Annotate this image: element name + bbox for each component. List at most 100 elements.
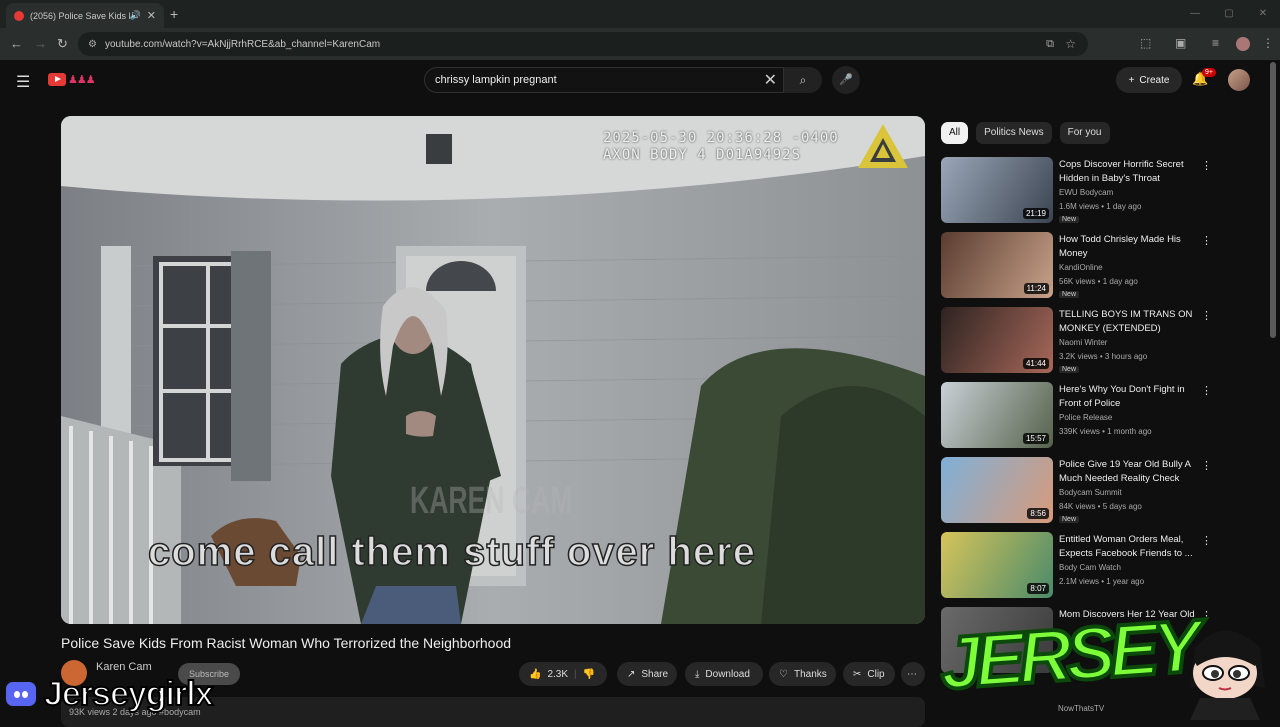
search-input[interactable]: chrissy lampkin pregnant ✕ bbox=[424, 67, 784, 93]
page-scrollbar[interactable] bbox=[1270, 62, 1276, 338]
extensions-icon[interactable]: ⬚ bbox=[1140, 36, 1151, 50]
download-label: Download bbox=[705, 668, 750, 680]
recommendation-thumbnail[interactable]: 8:56 bbox=[941, 457, 1053, 523]
recommendation-item[interactable]: 8:56 Police Give 19 Year Old Bully A Much… bbox=[941, 457, 1212, 532]
tab-audio-icon[interactable]: 🔊 bbox=[130, 10, 141, 21]
forward-button[interactable]: → bbox=[34, 36, 47, 51]
window-controls: — ▢ ✕ bbox=[1178, 0, 1280, 28]
jersey-logo-text: JERSEY bbox=[935, 602, 1200, 707]
recommendation-title[interactable]: How Todd Chrisley Made His Money bbox=[1059, 233, 1201, 261]
dislike-icon[interactable]: 👎 bbox=[583, 669, 595, 680]
download-button[interactable]: ⤓ Download bbox=[685, 662, 763, 686]
more-vertical-icon[interactable]: ⋮ bbox=[1201, 459, 1212, 472]
recommendation-item[interactable]: 8:07 Entitled Woman Orders Meal, Expects … bbox=[941, 532, 1212, 607]
recommendation-title[interactable]: Here's Why You Don't Fight in Front of P… bbox=[1059, 383, 1201, 411]
recommendation-item[interactable]: 21:19 Cops Discover Horrific Secret Hidde… bbox=[941, 157, 1212, 232]
media-controls-icon[interactable]: ≡ bbox=[1212, 36, 1219, 50]
recommendation-item[interactable]: 11:24 How Todd Chrisley Made His Money Kan… bbox=[941, 232, 1212, 307]
share-button[interactable]: ↗ Share bbox=[617, 662, 677, 686]
recommendation-thumbnail[interactable]: 41:44 bbox=[941, 307, 1053, 373]
more-vertical-icon[interactable]: ⋮ bbox=[1201, 234, 1212, 247]
recommendation-channel[interactable]: Police Release bbox=[1059, 413, 1112, 422]
youtube-play-icon bbox=[48, 73, 66, 86]
recommendation-meta: 1.6M views • 1 day ago bbox=[1059, 202, 1142, 211]
search-button[interactable]: ⌕ bbox=[784, 67, 822, 93]
filter-chips: All Politics News For you bbox=[941, 122, 1110, 144]
tab-close-icon[interactable]: ✕ bbox=[147, 9, 156, 22]
new-badge: New bbox=[1059, 216, 1080, 223]
reload-button[interactable]: ↻ bbox=[57, 36, 68, 52]
clip-label: Clip bbox=[867, 668, 885, 680]
recommendation-thumbnail[interactable]: 15:57 bbox=[941, 382, 1053, 448]
more-vertical-icon[interactable]: ⋮ bbox=[1201, 384, 1212, 397]
more-horizontal-icon: ⋯ bbox=[907, 668, 917, 680]
minimize-button[interactable]: — bbox=[1178, 0, 1212, 28]
voice-search-button[interactable]: 🎤 bbox=[832, 66, 860, 94]
recommendation-channel[interactable]: Body Cam Watch bbox=[1059, 563, 1121, 572]
download-icon: ⤓ bbox=[695, 668, 700, 680]
bookmark-star-icon[interactable]: ☆ bbox=[1065, 37, 1076, 51]
scissors-icon: ✂ bbox=[853, 668, 862, 680]
video-duration: 21:19 bbox=[1022, 208, 1049, 219]
back-button[interactable]: ← bbox=[10, 36, 23, 51]
share-label: Share bbox=[641, 668, 669, 680]
profile-avatar[interactable] bbox=[1236, 37, 1250, 51]
mic-icon: 🎤 bbox=[839, 74, 853, 86]
bodycam-timestamp: 2025-05-30 20:36:28 -0400 bbox=[603, 130, 839, 146]
site-info-icon[interactable]: ⚙ bbox=[88, 39, 97, 50]
recommendation-thumbnail[interactable]: 11:24 bbox=[941, 232, 1053, 298]
close-window-button[interactable]: ✕ bbox=[1246, 0, 1280, 28]
like-count[interactable]: 2.3K bbox=[547, 669, 568, 680]
recommendation-item[interactable]: 41:44 TELLING BOYS IM TRANS ON MONKEY (EX… bbox=[941, 307, 1212, 382]
recommendation-title[interactable]: Police Give 19 Year Old Bully A Much Nee… bbox=[1059, 458, 1201, 486]
recommendation-item[interactable]: 15:57 Here's Why You Don't Fight in Front… bbox=[941, 382, 1212, 457]
side-panel-icon[interactable]: ▣ bbox=[1175, 36, 1186, 50]
account-avatar[interactable] bbox=[1228, 69, 1250, 91]
recommendation-thumbnail[interactable]: 21:19 bbox=[941, 157, 1053, 223]
clip-button[interactable]: ✂ Clip bbox=[843, 662, 895, 686]
doodle-icon: ♟♟♟ bbox=[68, 74, 96, 86]
address-bar[interactable]: ⚙ youtube.com/watch?v=AkNjjRrhRCE&ab_cha… bbox=[78, 32, 1088, 56]
install-app-icon[interactable]: ⧉ bbox=[1046, 38, 1054, 51]
recommendation-meta: 339K views • 1 month ago bbox=[1059, 427, 1152, 436]
recommendation-title[interactable]: Entitled Woman Orders Meal, Expects Face… bbox=[1059, 533, 1201, 561]
clear-search-icon[interactable]: ✕ bbox=[764, 70, 777, 90]
recommendation-channel[interactable]: EWU Bodycam bbox=[1059, 188, 1113, 197]
maximize-button[interactable]: ▢ bbox=[1212, 0, 1246, 28]
thanks-button[interactable]: ♡ Thanks bbox=[769, 662, 836, 686]
browser-tab-active[interactable]: (2056) Police Save Kids From 🔊 ✕ bbox=[6, 3, 164, 28]
search-icon: ⌕ bbox=[799, 73, 807, 87]
youtube-logo[interactable]: ♟♟♟ bbox=[48, 73, 96, 86]
new-tab-button[interactable]: + bbox=[170, 6, 178, 22]
like-dislike-group: 👍 2.3K | 👎 bbox=[519, 662, 607, 686]
browser-menu-icon[interactable]: ⋮ bbox=[1262, 36, 1274, 50]
recommendation-title[interactable]: Cops Discover Horrific Secret Hidden in … bbox=[1059, 158, 1201, 186]
recommendation-channel[interactable]: Bodycam Summit bbox=[1059, 488, 1122, 497]
address-url: youtube.com/watch?v=AkNjjRrhRCE&ab_chann… bbox=[104, 38, 381, 50]
like-icon[interactable]: 👍 bbox=[529, 669, 541, 680]
more-vertical-icon[interactable]: ⋮ bbox=[1201, 159, 1212, 172]
chip-all[interactable]: All bbox=[941, 122, 969, 144]
recommendation-title[interactable]: TELLING BOYS IM TRANS ON MONKEY (EXTENDE… bbox=[1059, 308, 1201, 336]
new-badge: New bbox=[1059, 516, 1080, 523]
more-actions-button[interactable]: ⋯ bbox=[901, 662, 925, 686]
chip-politics-news[interactable]: Politics News bbox=[976, 122, 1052, 144]
plus-icon: + bbox=[1128, 74, 1135, 86]
recommendation-meta: 3.2K views • 3 hours ago bbox=[1059, 352, 1148, 361]
more-vertical-icon[interactable]: ⋮ bbox=[1201, 534, 1212, 547]
recommendation-channel[interactable]: Naomi Winter bbox=[1059, 338, 1107, 347]
video-duration: 15:57 bbox=[1022, 433, 1049, 444]
youtube-favicon-icon bbox=[14, 10, 24, 21]
create-button[interactable]: + Create bbox=[1116, 67, 1182, 93]
notification-badge: 9+ bbox=[1202, 68, 1216, 77]
bodycam-osd: 2025-05-30 20:36:28 -0400 AXON BODY 4 D0… bbox=[603, 130, 839, 164]
chip-for-you[interactable]: For you bbox=[1059, 122, 1110, 144]
youtube-header: ☰ ♟♟♟ chrissy lampkin pregnant ✕ ⌕ 🎤 + C… bbox=[0, 60, 1280, 100]
tab-title: (2056) Police Save Kids From bbox=[30, 10, 130, 21]
recommendation-thumbnail[interactable]: 8:07 bbox=[941, 532, 1053, 598]
video-caption: come call them stuff over here bbox=[147, 529, 756, 575]
menu-hamburger-icon[interactable]: ☰ bbox=[16, 72, 30, 92]
recommendation-channel[interactable]: KandiOnline bbox=[1059, 263, 1103, 272]
more-vertical-icon[interactable]: ⋮ bbox=[1201, 309, 1212, 322]
share-icon: ↗ bbox=[627, 668, 636, 680]
